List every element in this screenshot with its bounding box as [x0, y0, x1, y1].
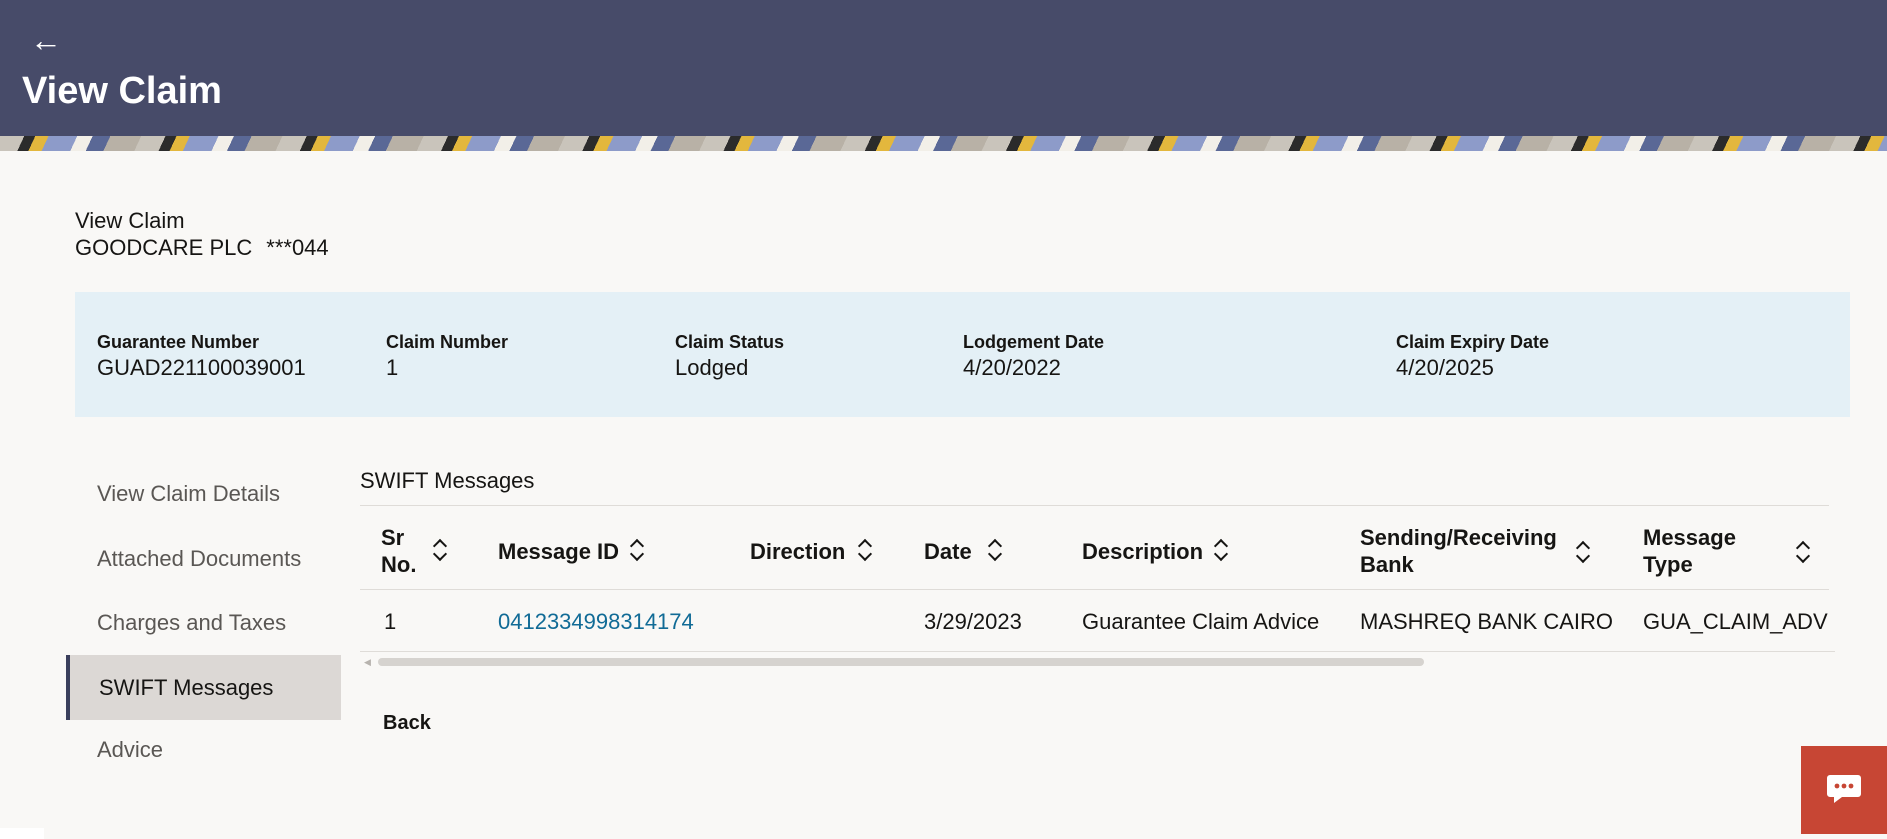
main-content: View Claim GOODCARE PLC ***044 Guarantee …: [0, 151, 1887, 839]
lodgement-date-value: 4/20/2022: [963, 355, 1061, 380]
column-header-sending-receiving-bank[interactable]: Sending/Receiving Bank: [1360, 524, 1557, 578]
claim-number-label: Claim Number: [386, 332, 509, 352]
nav-item-advice[interactable]: Advice: [66, 717, 341, 782]
column-header-sr-no-line2: No.: [381, 552, 417, 577]
bottom-left-corner: [0, 828, 44, 839]
header-banner-pattern: [0, 136, 1887, 151]
column-header-message-id[interactable]: Message ID: [498, 538, 619, 565]
chat-icon: [1827, 775, 1861, 803]
back-button[interactable]: Back: [383, 711, 431, 735]
claim-expiry-date-label: Claim Expiry Date: [1396, 332, 1550, 352]
cell-message-type: GUA_CLAIM_ADV: [1643, 609, 1828, 634]
claim-status-field: Claim Status Lodged: [675, 330, 784, 382]
claim-status-label: Claim Status: [675, 332, 785, 352]
column-header-description[interactable]: Description: [1082, 538, 1203, 565]
nav-item-swift-messages[interactable]: SWIFT Messages: [66, 655, 341, 720]
back-arrow-icon[interactable]: ←: [30, 22, 62, 58]
nav-item-charges-and-taxes[interactable]: Charges and Taxes: [66, 590, 341, 655]
lodgement-date-label: Lodgement Date: [963, 332, 1105, 352]
nav-item-attached-documents[interactable]: Attached Documents: [66, 526, 341, 591]
page-header: ← View Claim: [0, 0, 1887, 136]
horizontal-scrollbar[interactable]: ◀: [360, 656, 1829, 668]
column-header-direction[interactable]: Direction: [750, 538, 845, 565]
nav-item-view-claim-details[interactable]: View Claim Details: [66, 461, 341, 526]
party-info: GOODCARE PLC ***044: [75, 235, 343, 261]
column-header-sr-no[interactable]: Sr No.: [381, 524, 416, 578]
claim-expiry-date-field: Claim Expiry Date 4/20/2025: [1396, 330, 1549, 382]
column-header-bank-line2: Bank: [1360, 552, 1414, 577]
column-header-date[interactable]: Date: [924, 538, 972, 565]
section-title: View Claim: [75, 208, 185, 233]
party-account: ***044: [266, 235, 329, 260]
table-header-divider: [360, 589, 1829, 590]
claim-expiry-date-value: 4/20/2025: [1396, 355, 1494, 380]
sort-icon[interactable]: [1575, 541, 1591, 565]
page-title: View Claim: [22, 70, 222, 112]
sort-icon[interactable]: [1795, 541, 1811, 565]
column-header-bank-line1: Sending/Receiving: [1360, 525, 1557, 550]
chat-button[interactable]: [1801, 746, 1887, 834]
column-header-sr-no-line1: Sr: [381, 525, 405, 550]
claim-summary-band: Guarantee Number GUAD221100039001 Claim …: [75, 292, 1850, 417]
scrollbar-thumb[interactable]: [378, 658, 1424, 666]
swift-messages-title: SWIFT Messages: [360, 468, 535, 493]
sort-icon[interactable]: [629, 539, 645, 563]
sort-icon[interactable]: [987, 539, 1003, 563]
claim-number-field: Claim Number 1: [386, 330, 508, 382]
claim-number-value: 1: [386, 355, 399, 380]
sort-icon[interactable]: [1213, 539, 1229, 563]
cell-date: 3/29/2023: [924, 609, 1022, 634]
scroll-left-arrow-icon[interactable]: ◀: [364, 657, 371, 667]
guarantee-number-label: Guarantee Number: [97, 332, 260, 352]
sort-icon[interactable]: [432, 539, 448, 563]
column-header-message-type-line2: Type: [1643, 552, 1693, 577]
cell-sr-no: 1: [384, 609, 397, 634]
cell-description: Guarantee Claim Advice: [1082, 609, 1320, 634]
lodgement-date-field: Lodgement Date 4/20/2022: [963, 330, 1104, 382]
sort-icon[interactable]: [857, 539, 873, 563]
table-top-divider: [360, 505, 1829, 506]
column-header-message-type[interactable]: Message Type: [1643, 524, 1736, 578]
guarantee-number-field: Guarantee Number GUAD221100039001: [97, 330, 306, 382]
claim-status-value: Lodged: [675, 355, 749, 380]
column-header-message-type-line1: Message: [1643, 525, 1736, 550]
cell-message-id-link[interactable]: 0412334998314174: [498, 608, 694, 636]
cell-bank: MASHREQ BANK CAIRO: [1360, 609, 1614, 634]
table-row-divider: [360, 651, 1835, 652]
party-name: GOODCARE PLC: [75, 235, 253, 260]
guarantee-number-value: GUAD221100039001: [97, 355, 306, 380]
